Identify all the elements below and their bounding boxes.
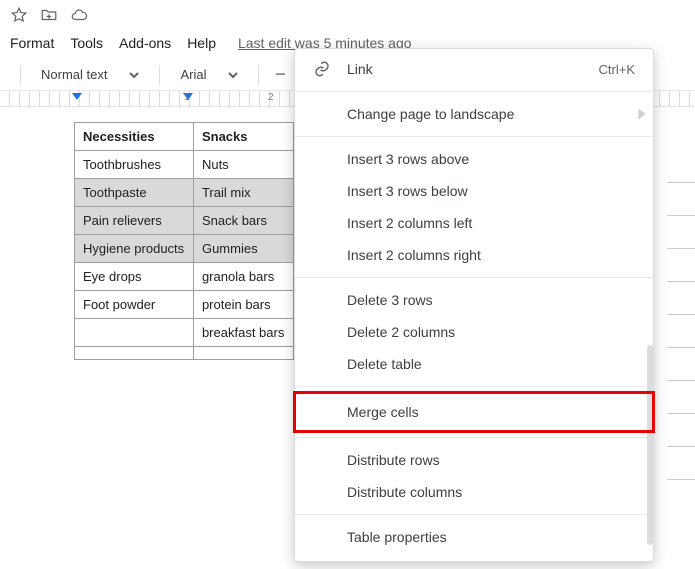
ruler-tick-2: 2	[268, 92, 274, 103]
menu-insert-rows-below[interactable]: Insert 3 rows below	[295, 175, 653, 207]
menu-delete-rows[interactable]: Delete 3 rows	[295, 284, 653, 316]
menu-item-label: Link	[347, 61, 373, 77]
menu-item-label: Delete 3 rows	[347, 292, 433, 308]
menu-item-label: Delete 2 columns	[347, 324, 455, 340]
paragraph-style-value: Normal text	[41, 67, 107, 82]
context-menu: Link Ctrl+K Change page to landscape Ins…	[294, 48, 654, 562]
menu-item-label: Insert 2 columns right	[347, 247, 481, 263]
table-row: breakfast bars	[75, 319, 294, 347]
table-row	[75, 347, 294, 360]
font-dropdown[interactable]: Arial	[172, 64, 246, 85]
menu-distribute-cols[interactable]: Distribute columns	[295, 476, 653, 508]
menu-item-label: Table properties	[347, 529, 447, 545]
menu-insert-rows-above[interactable]: Insert 3 rows above	[295, 143, 653, 175]
star-icon[interactable]	[10, 6, 28, 27]
menu-shortcut: Ctrl+K	[599, 62, 635, 77]
chevron-down-icon	[129, 70, 139, 80]
menu-merge-cells[interactable]: Merge cells	[295, 393, 653, 431]
font-value: Arial	[180, 67, 206, 82]
menu-landscape[interactable]: Change page to landscape	[295, 98, 653, 130]
menu-insert-cols-right[interactable]: Insert 2 columns right	[295, 239, 653, 271]
table-row: Hygiene productsGummies	[75, 235, 294, 263]
link-icon	[313, 60, 331, 78]
menu-help[interactable]: Help	[187, 35, 216, 51]
menu-link[interactable]: Link Ctrl+K	[295, 53, 653, 85]
menu-item-label: Distribute columns	[347, 484, 462, 500]
move-folder-icon[interactable]	[40, 6, 58, 27]
font-size-decrease[interactable]: −	[271, 64, 289, 85]
table-header-row: Necessities Snacks	[75, 123, 294, 151]
outline-strip	[667, 150, 695, 480]
paragraph-style-dropdown[interactable]: Normal text	[33, 64, 147, 85]
menu-addons[interactable]: Add-ons	[119, 35, 171, 51]
menu-item-label: Change page to landscape	[347, 106, 514, 122]
menu-delete-table[interactable]: Delete table	[295, 348, 653, 380]
table-row: Foot powderprotein bars	[75, 291, 294, 319]
menu-format[interactable]: Format	[10, 35, 54, 51]
table-row: Eye dropsgranola bars	[75, 263, 294, 291]
menu-distribute-rows[interactable]: Distribute rows	[295, 444, 653, 476]
ruler-tick-1: 1	[184, 92, 190, 103]
menu-item-label: Merge cells	[347, 404, 419, 420]
menu-item-label: Delete table	[347, 356, 422, 372]
table-row: Pain relieversSnack bars	[75, 207, 294, 235]
chevron-down-icon	[228, 70, 238, 80]
menu-item-label: Insert 2 columns left	[347, 215, 472, 231]
cloud-icon[interactable]	[70, 6, 88, 27]
menu-item-label: Insert 3 rows below	[347, 183, 468, 199]
table-row: ToothbrushesNuts	[75, 151, 294, 179]
menu-delete-cols[interactable]: Delete 2 columns	[295, 316, 653, 348]
table-header[interactable]: Necessities	[75, 123, 194, 151]
document-table[interactable]: Necessities Snacks ToothbrushesNuts Toot…	[74, 122, 294, 360]
table-header[interactable]: Snacks	[193, 123, 293, 151]
menu-tools[interactable]: Tools	[70, 35, 103, 51]
menu-item-label: Insert 3 rows above	[347, 151, 469, 167]
menu-insert-cols-left[interactable]: Insert 2 columns left	[295, 207, 653, 239]
menu-item-label: Distribute rows	[347, 452, 440, 468]
table-row: ToothpasteTrail mix	[75, 179, 294, 207]
menu-table-properties[interactable]: Table properties	[295, 521, 653, 553]
